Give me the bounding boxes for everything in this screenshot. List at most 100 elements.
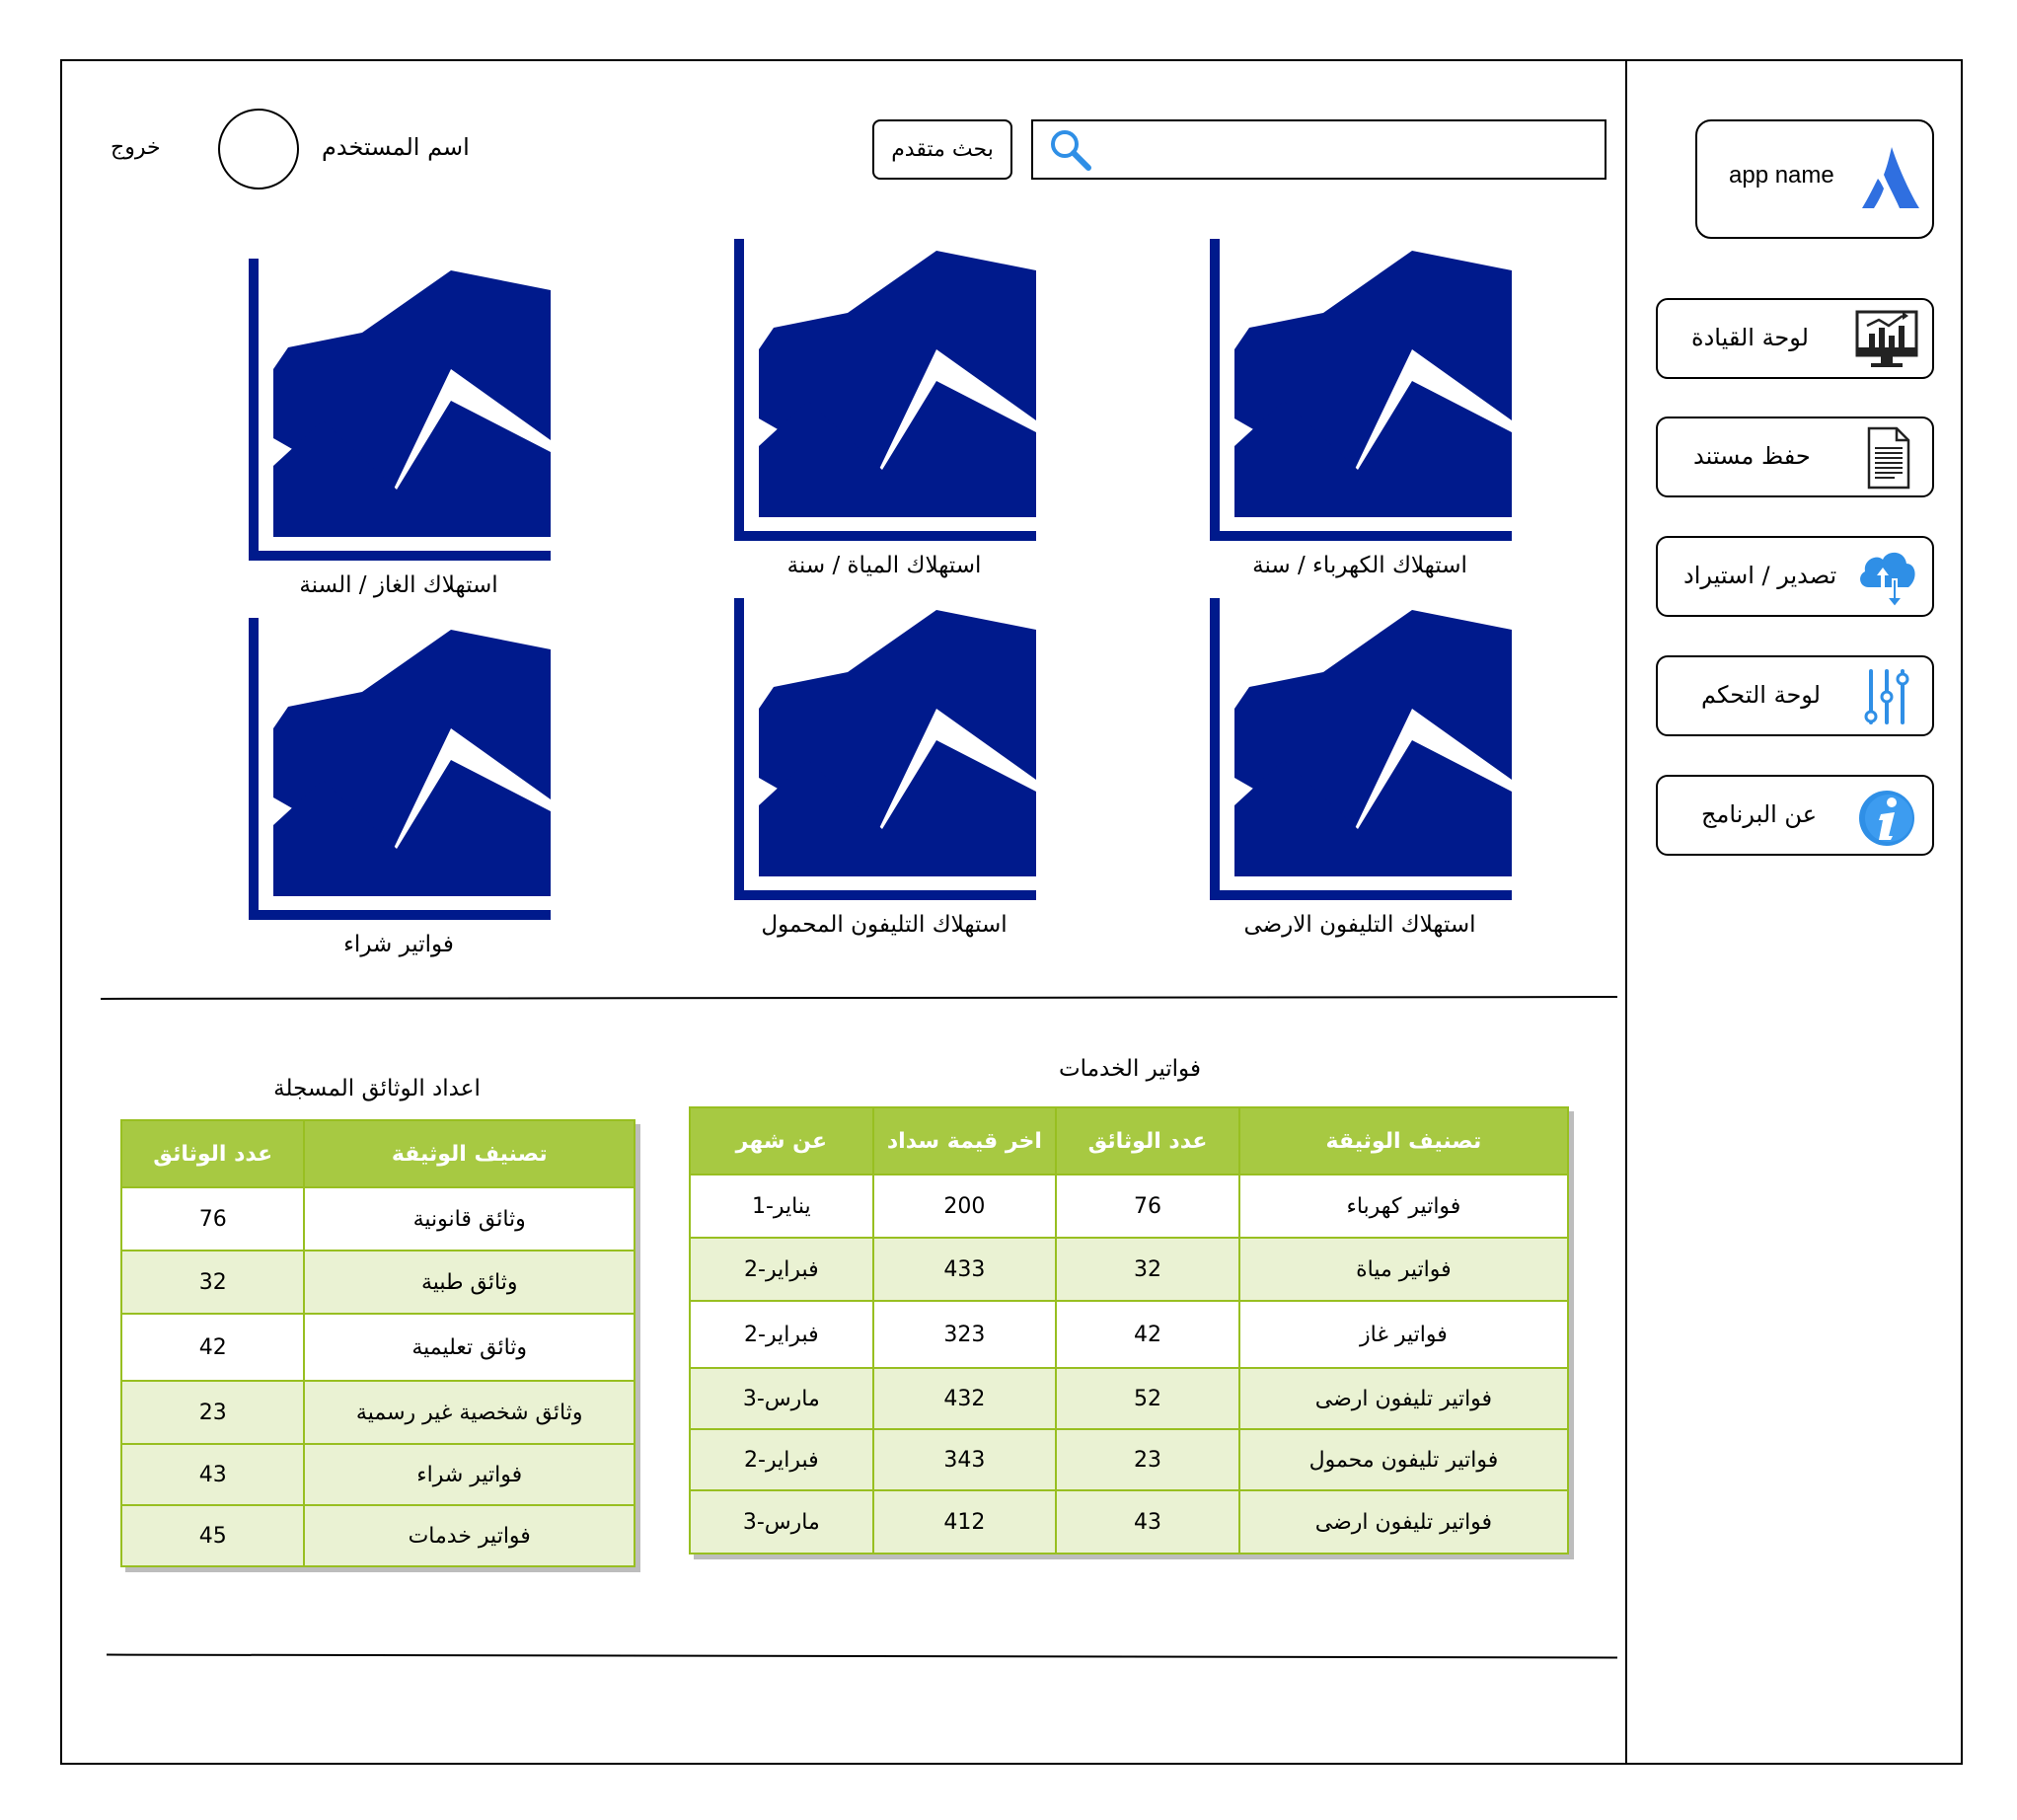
table-cell: 76 [119,1186,306,1251]
chart-electricity[interactable] [1210,239,1512,545]
area-chart-icon [734,598,1036,900]
table-cell: فواتير خدمات [303,1504,635,1567]
chart-label: فواتير شراء [343,932,454,957]
sidebar-item-control-panel[interactable]: لوحة التحكم [1656,655,1934,736]
table-cell: 433 [871,1237,1058,1302]
table-cell: وثائق شخصية غير رسمية [303,1380,635,1445]
table-cell: 45 [119,1504,306,1567]
chart-label: استهلاك التليفون الارضى [1243,912,1476,938]
advanced-search-label: بحث متقدم [891,137,994,162]
table-cell: فواتير كهرباء [1237,1174,1570,1239]
table-row[interactable]: مارس-3 432 52 فواتير تليفون ارضى [689,1367,1570,1430]
column-header: تصنيف الوثيقة [303,1119,635,1188]
table-cell: فواتير شراء [303,1443,635,1506]
table-cell: وثائق قانونية [303,1186,635,1251]
table-cell: 32 [1055,1237,1240,1302]
sidebar-item-label: حفظ مستند [1693,442,1811,470]
table-row[interactable]: 42 وثائق تعليمية [119,1313,635,1382]
table-cell: 200 [871,1174,1058,1239]
chart-purchases[interactable] [249,618,551,924]
table-cell: فبراير-2 [689,1237,874,1302]
column-header: عدد الوثائق [1055,1106,1240,1175]
app-name: app name [1729,162,1834,189]
table-cell: فواتير غاز [1237,1300,1570,1369]
advanced-search-button[interactable]: بحث متقدم [872,119,1012,180]
table-cell: فواتير مياة [1237,1237,1570,1302]
sidebar-item-dashboard[interactable]: لوحة القيادة [1656,298,1934,379]
table-row[interactable]: 32 وثائق طبية [119,1250,635,1315]
chart-landline[interactable] [1210,598,1512,904]
search-icon[interactable] [1049,128,1092,172]
table-cell: وثائق تعليمية [303,1313,635,1382]
table-cell: فواتير تليفون ارضى [1237,1367,1570,1430]
table-cell: فبراير-2 [689,1428,874,1491]
username: اسم المستخدم [322,133,470,161]
table-cell: 323 [871,1300,1058,1369]
table-cell: 76 [1055,1174,1240,1239]
table-cell: فواتير تليفون ارضى [1237,1489,1570,1555]
column-header: عن شهر [689,1106,874,1175]
table-cell: 23 [119,1380,306,1445]
area-chart-icon [249,618,551,920]
sidebar-item-label: لوحة القيادة [1691,324,1809,351]
chart-water[interactable] [734,239,1036,545]
info-icon [1859,791,1914,846]
document-icon [1867,426,1910,490]
table-cell: 52 [1055,1367,1240,1430]
sliders-icon [1864,669,1909,724]
table-row[interactable]: فبراير-2 343 23 فواتير تليفون محمول [689,1428,1570,1491]
area-chart-icon [1210,239,1512,541]
search-input[interactable] [1031,119,1606,180]
table-row[interactable]: 76 وثائق قانونية [119,1186,635,1251]
chart-mobile[interactable] [734,598,1036,904]
chart-label: استهلاك التليفون المحمول [761,912,1008,938]
area-chart-icon [249,259,551,561]
table-cell: 43 [119,1443,306,1506]
cloud-upload-download-icon [1860,552,1915,609]
area-chart-icon [734,239,1036,541]
sidebar-item-label: لوحة التحكم [1701,681,1821,709]
column-header: عدد الوثائق [119,1119,306,1188]
table-cell: يناير-1 [689,1174,874,1239]
sidebar-divider [1625,59,1627,1765]
chart-label: استهلاك المياة / سنة [786,553,982,578]
table-cell: 343 [871,1428,1058,1491]
table-row[interactable]: مارس-3 412 43 فواتير تليفون ارضى [689,1489,1570,1555]
app-logo-icon [1862,147,1919,208]
chart-gas[interactable] [249,259,551,565]
table-cell: 43 [1055,1489,1240,1555]
table-row[interactable]: 23 وثائق شخصية غير رسمية [119,1380,635,1445]
area-chart-icon [1210,598,1512,900]
chart-label: استهلاك الكهرباء / سنة [1252,553,1467,578]
table-row[interactable]: 45 فواتير خدمات [119,1504,635,1567]
table-row[interactable]: فبراير-2 323 42 فواتير غاز [689,1300,1570,1369]
table-cell: مارس-3 [689,1367,874,1430]
table-cell: فبراير-2 [689,1300,874,1369]
documents-table: عدد الوثائق تصنيف الوثيقة 76 وثائق قانون… [119,1119,635,1567]
table-cell: 32 [119,1250,306,1315]
services-table-title: فواتير الخدمات [1059,1056,1201,1082]
chart-label: استهلاك الغاز / السنة [299,572,498,598]
table-cell: مارس-3 [689,1489,874,1555]
dashboard-monitor-icon [1855,310,1918,367]
table-cell: 23 [1055,1428,1240,1491]
sidebar-item-save-document[interactable]: حفظ مستند [1656,417,1934,497]
table-row[interactable]: يناير-1 200 76 فواتير كهرباء [689,1174,1570,1239]
logout-link[interactable]: خروج [111,135,161,160]
table-cell: وثائق طبية [303,1250,635,1315]
table-cell: فواتير تليفون محمول [1237,1428,1570,1491]
table-cell: 432 [871,1367,1058,1430]
documents-table-title: اعداد الوثائق المسجلة [273,1076,481,1101]
column-header: اخر قيمة سداد [871,1106,1058,1175]
table-cell: 42 [1055,1300,1240,1369]
sidebar-item-label: عن البرنامج [1701,800,1818,828]
avatar[interactable] [218,109,299,190]
sidebar-item-label: تصدير / استيراد [1683,562,1837,589]
table-cell: 412 [871,1489,1058,1555]
table-row[interactable]: فبراير-2 433 32 فواتير مياة [689,1237,1570,1302]
sidebar-item-export-import[interactable]: تصدير / استيراد [1656,536,1934,617]
sidebar-item-about[interactable]: عن البرنامج [1656,775,1934,856]
services-table: عن شهر اخر قيمة سداد عدد الوثائق تصنيف ا… [689,1106,1570,1555]
column-header: تصنيف الوثيقة [1237,1106,1570,1175]
table-row[interactable]: 43 فواتير شراء [119,1443,635,1506]
